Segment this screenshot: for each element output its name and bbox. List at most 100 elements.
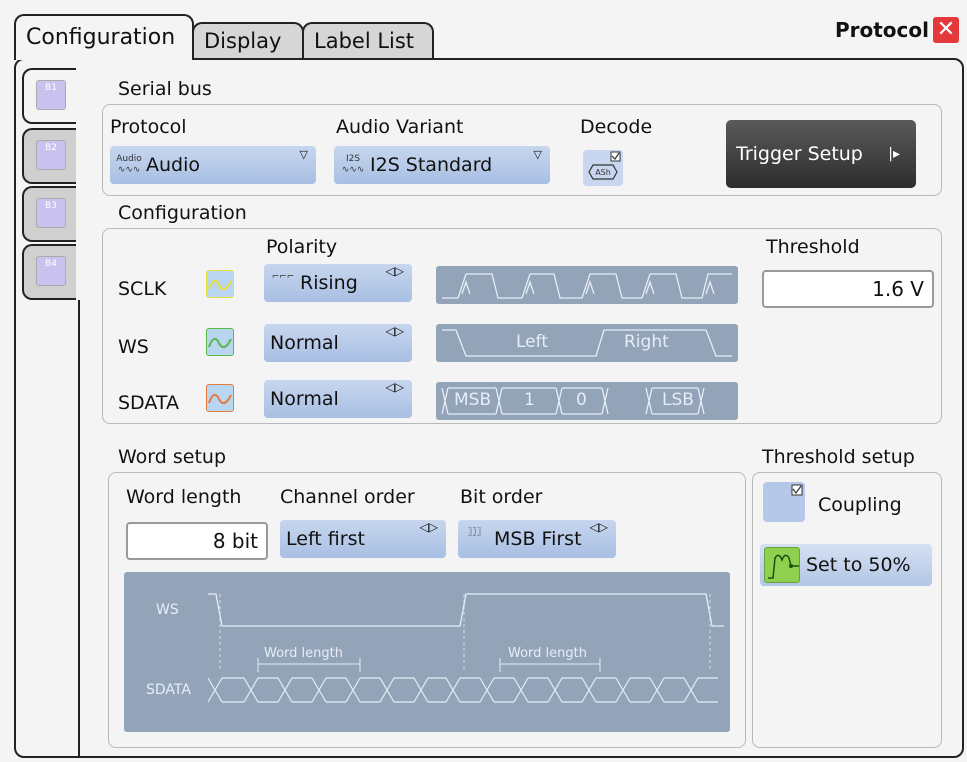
bus-b4-icon: B4: [36, 256, 66, 286]
sclk-wave-icon: [442, 273, 732, 299]
i2s-icon: I2S ∿∿∿: [341, 153, 365, 175]
i2s-icon-text: I2S: [345, 153, 361, 164]
channel-order-select[interactable]: Left first ◁▷: [280, 520, 446, 558]
threshold-input[interactable]: 1.6 V: [762, 270, 934, 308]
word-length-label: Word length: [126, 486, 242, 508]
threshold-setup-heading: Threshold setup: [762, 446, 915, 468]
sdata-source-button[interactable]: [206, 384, 234, 412]
ws-wave-icon: [442, 329, 732, 357]
threshold-value: 1.6 V: [872, 277, 924, 301]
sdata-wave-0: 0: [576, 390, 587, 410]
bus-b1-icon: B1: [36, 80, 66, 110]
diagram-ws-label: WS: [156, 602, 179, 618]
rising-edge-icon: ⌐⌐⌐: [271, 271, 295, 282]
polarity-label: Polarity: [266, 236, 338, 258]
audio-icon: Audio ∿∿∿: [116, 153, 142, 175]
diagram-word-length-1: Word length: [264, 646, 343, 661]
tab-label-list[interactable]: Label List: [302, 22, 434, 58]
protocol-label: Protocol: [110, 116, 187, 138]
decode-checkbox[interactable]: ASh: [583, 150, 623, 186]
wave-icon: [208, 337, 232, 349]
tab-configuration-label: Configuration: [26, 25, 176, 50]
channel-order-value: Left first: [286, 528, 365, 550]
decode-label: Decode: [580, 116, 653, 138]
bus-b2-icon: B2: [36, 140, 66, 170]
checkbox-icon: [791, 484, 803, 496]
ws-label: WS: [118, 336, 149, 358]
trigger-setup-button[interactable]: Trigger Setup |▸: [726, 120, 916, 188]
set-to-50-label: Set to 50%: [806, 554, 911, 576]
audio-icon-text: Audio: [116, 153, 142, 164]
set-50-icon: [764, 547, 800, 583]
sclk-polarity-value: Rising: [300, 272, 358, 294]
word-length-value: 8 bit: [212, 529, 258, 553]
sclk-waveform: [436, 266, 738, 304]
dialog-title: Protocol: [834, 18, 929, 42]
sclk-source-button[interactable]: [206, 270, 234, 298]
bus-tab-b4[interactable]: B4: [22, 244, 76, 300]
arrow-right-icon: |▸: [888, 146, 900, 162]
sdata-polarity-value: Normal: [270, 388, 339, 410]
sdata-waveform: MSB 1 0 LSB: [436, 382, 738, 420]
threshold-label: Threshold: [766, 236, 860, 258]
word-timing-diagram: WS SDATA Word length Word length: [124, 572, 730, 732]
coupling-checkbox[interactable]: [763, 482, 805, 522]
word-timing-svg: [207, 593, 724, 703]
configuration-heading: Configuration: [118, 202, 247, 224]
bus-tab-b1[interactable]: B1: [22, 68, 76, 124]
bit-order-value: MSB First: [494, 528, 582, 550]
diagram-word-length-2: Word length: [508, 646, 587, 661]
ws-polarity-value: Normal: [270, 332, 339, 354]
sdata-wave-1: 1: [524, 390, 535, 410]
set-to-50-button[interactable]: Set to 50%: [760, 544, 932, 586]
sdata-wave-lsb: LSB: [662, 390, 694, 410]
serial-bus-heading: Serial bus: [118, 78, 212, 100]
audio-variant-label: Audio Variant: [336, 116, 464, 138]
ws-source-button[interactable]: [206, 328, 234, 356]
bus-b2-label: B2: [45, 143, 57, 153]
sdata-label: SDATA: [118, 392, 180, 414]
bus-tab-b3[interactable]: B3: [22, 186, 76, 242]
audio-variant-select[interactable]: I2S ∿∿∿ I2S Standard ▽: [334, 146, 550, 184]
coupling-label: Coupling: [818, 494, 902, 516]
spin-arrows-icon: ◁▷: [589, 520, 608, 534]
bit-order-label: Bit order: [460, 486, 543, 508]
audio-variant-value: I2S Standard: [370, 154, 493, 176]
dropdown-arrow-icon: ▽: [299, 148, 308, 161]
tab-display-label: Display: [204, 29, 282, 53]
sclk-label: SCLK: [118, 278, 167, 300]
wave-icon: [208, 279, 232, 291]
protocol-value: Audio: [146, 154, 201, 176]
close-icon[interactable]: ✕: [933, 17, 959, 43]
spin-arrows-icon: ◁▷: [385, 380, 404, 394]
bit-order-select[interactable]: 〗〗〗 MSB First ◁▷: [458, 520, 616, 558]
diagram-sdata-label: SDATA: [146, 682, 191, 698]
tab-label-list-label: Label List: [314, 29, 415, 53]
ws-polarity-select[interactable]: Normal ◁▷: [264, 324, 412, 362]
sdata-wave-msb: MSB: [454, 390, 492, 410]
decode-icon: ASh: [588, 151, 621, 180]
bus-b4-label: B4: [45, 259, 57, 269]
decode-icon-text: ASh: [595, 168, 611, 177]
word-setup-heading: Word setup: [118, 446, 227, 468]
bus-tab-b2[interactable]: B2: [22, 128, 76, 184]
bit-order-icon: 〗〗〗: [467, 527, 486, 538]
ws-waveform: Left Right: [436, 324, 738, 362]
ws-wave-right: Right: [624, 332, 669, 352]
protocol-select[interactable]: Audio ∿∿∿ Audio ▽: [110, 146, 316, 184]
ws-wave-left: Left: [516, 332, 548, 352]
bus-b3-icon: B3: [36, 198, 66, 228]
sclk-polarity-select[interactable]: ⌐⌐⌐ Rising ◁▷: [264, 264, 412, 302]
dropdown-arrow-icon: ▽: [533, 148, 542, 161]
channel-order-label: Channel order: [280, 486, 415, 508]
spin-arrows-icon: ◁▷: [385, 264, 404, 278]
word-length-input[interactable]: 8 bit: [126, 522, 268, 560]
wave-icon: [208, 393, 232, 405]
tab-configuration[interactable]: Configuration: [14, 14, 194, 60]
bus-b3-label: B3: [45, 201, 57, 211]
spin-arrows-icon: ◁▷: [385, 324, 404, 338]
tab-display[interactable]: Display: [192, 22, 304, 58]
sdata-polarity-select[interactable]: Normal ◁▷: [264, 380, 412, 418]
content-divider: [78, 300, 80, 758]
bus-b1-label: B1: [45, 83, 57, 93]
